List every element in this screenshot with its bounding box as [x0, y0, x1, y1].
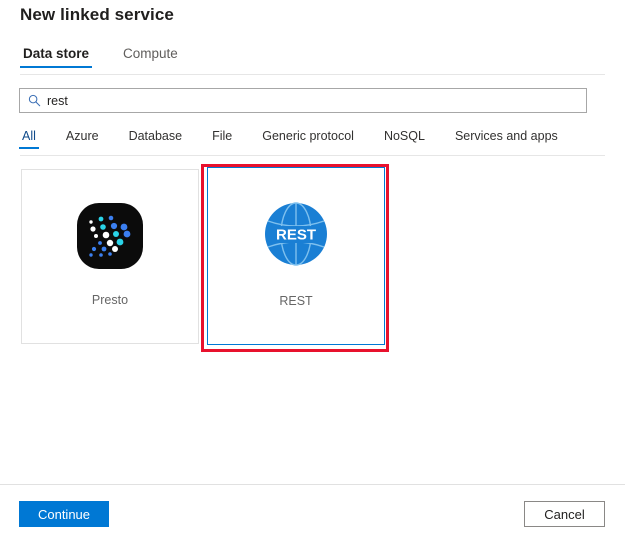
tab-data-store-label: Data store: [23, 46, 89, 61]
pivot-tabs: Data store Compute: [20, 46, 209, 74]
connector-card-presto[interactable]: Presto: [21, 169, 199, 344]
svg-text:REST: REST: [276, 227, 316, 244]
cancel-button-label: Cancel: [544, 507, 584, 522]
tab-compute[interactable]: Compute: [120, 46, 181, 68]
cancel-button[interactable]: Cancel: [524, 501, 605, 527]
connector-card-presto-label: Presto: [22, 293, 198, 307]
continue-button[interactable]: Continue: [19, 501, 109, 527]
filter-nosql[interactable]: NoSQL: [382, 129, 427, 149]
presto-icon: [22, 198, 198, 274]
new-linked-service-panel: New linked service Data store Compute Al…: [0, 0, 625, 536]
filter-all[interactable]: All: [20, 129, 38, 149]
rest-globe-icon: REST: [208, 196, 384, 272]
filter-services-and-apps-label: Services and apps: [455, 129, 558, 143]
search-icon: [23, 94, 45, 107]
tab-compute-label: Compute: [123, 46, 178, 61]
filter-services-and-apps[interactable]: Services and apps: [453, 129, 560, 149]
tab-data-store[interactable]: Data store: [20, 46, 92, 68]
category-filter-tabs: All Azure Database File Generic protocol…: [20, 129, 586, 149]
search-box[interactable]: [19, 88, 587, 113]
filter-database-label: Database: [129, 129, 183, 143]
filter-file-label: File: [212, 129, 232, 143]
footer-divider: [0, 484, 625, 485]
continue-button-label: Continue: [38, 507, 90, 522]
page-title: New linked service: [20, 5, 174, 25]
filter-divider: [20, 155, 605, 156]
filter-all-label: All: [22, 129, 36, 143]
search-input[interactable]: [45, 89, 586, 112]
filter-database[interactable]: Database: [127, 129, 185, 149]
filter-generic-protocol-label: Generic protocol: [262, 129, 354, 143]
filter-azure[interactable]: Azure: [64, 129, 101, 149]
pivot-divider: [20, 74, 605, 75]
filter-nosql-label: NoSQL: [384, 129, 425, 143]
connector-card-rest-label: REST: [208, 294, 384, 308]
connector-card-rest[interactable]: REST REST: [207, 167, 385, 345]
filter-generic-protocol[interactable]: Generic protocol: [260, 129, 356, 149]
filter-file[interactable]: File: [210, 129, 234, 149]
filter-azure-label: Azure: [66, 129, 99, 143]
